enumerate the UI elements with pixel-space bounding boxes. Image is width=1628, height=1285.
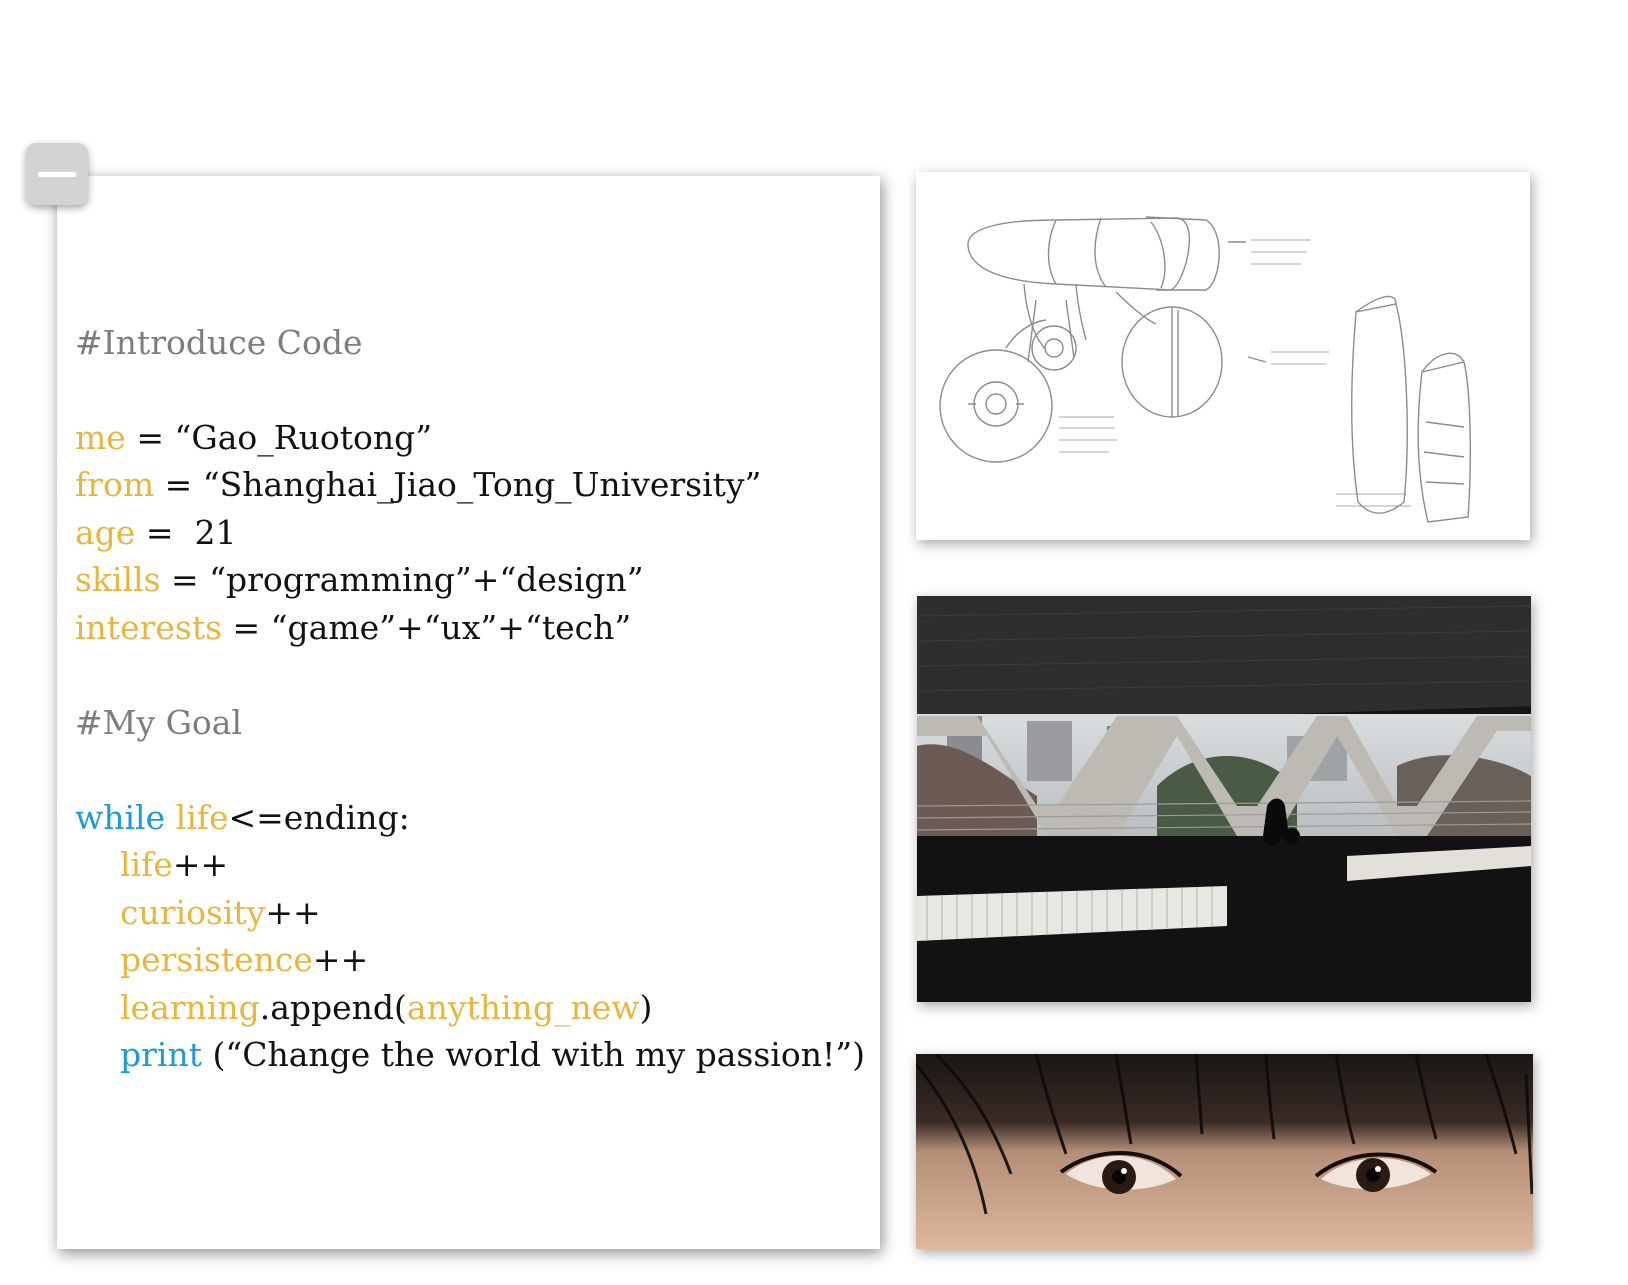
skills-variable: skills — [75, 560, 161, 599]
age-value: = 21 — [135, 512, 237, 552]
from-variable: from — [75, 465, 155, 504]
interests-value: = “game”+“ux”+“tech” — [222, 607, 632, 647]
skills-value: = “programming”+“design” — [160, 560, 644, 599]
code-text: #Introduce Code me = “Gao_Ruotong” from = … — [75, 271, 865, 1126]
goal-comment-line: #My Goal — [75, 699, 865, 747]
learning-variable: learning — [120, 987, 260, 1027]
intro-comment-line: #Introduce Code — [75, 319, 865, 367]
life-inc-variable: life — [120, 845, 173, 884]
persistence-variable: persistence — [120, 940, 313, 979]
age-line: age = 21 — [75, 509, 865, 557]
product-sketch-image — [916, 172, 1530, 540]
me-line: me = “Gao_Ruotong” — [75, 414, 865, 462]
curiosity-op: ++ — [265, 892, 321, 932]
from-value: = “Shanghai_Jiao_Tong_University” — [154, 465, 762, 504]
eyes-closeup-photo — [916, 1054, 1533, 1249]
while-line: while life<=ending: — [75, 794, 865, 842]
life-variable: life — [175, 797, 229, 837]
bridge-underpass-photo — [917, 596, 1531, 1002]
while-keyword: while — [75, 797, 166, 837]
life-inc-op: ++ — [172, 845, 229, 884]
persistence-line: persistence++ — [75, 936, 865, 984]
from-line: from = “Shanghai_Jiao_Tong_University” — [75, 461, 865, 509]
curiosity-variable: curiosity — [120, 892, 266, 932]
persistence-op: ++ — [312, 940, 369, 979]
print-line: print (“Change the world with my passion… — [75, 1031, 865, 1079]
me-value: = “Gao_Ruotong” — [125, 417, 433, 457]
print-keyword: print — [120, 1035, 202, 1074]
interests-line: interests = “game”+“ux”+“tech” — [75, 604, 865, 652]
curiosity-line: curiosity++ — [75, 889, 865, 937]
append-call: .append( — [259, 987, 407, 1027]
intro-comment: #Introduce Code — [75, 322, 363, 362]
minimize-button[interactable] — [26, 143, 88, 205]
life-inc-line: life++ — [75, 841, 865, 889]
age-variable: age — [75, 512, 136, 552]
me-variable: me — [75, 417, 126, 457]
goal-comment: #My Goal — [75, 702, 243, 742]
learning-line: learning.append(anything_new) — [75, 984, 865, 1032]
anything-new-variable: anything_new — [406, 987, 640, 1027]
minus-icon — [38, 172, 76, 177]
skills-line: skills = “programming”+“design” — [75, 556, 865, 604]
while-condition: <=ending: — [228, 797, 410, 837]
interests-variable: interests — [75, 607, 223, 647]
print-argument: (“Change the world with my passion!”) — [201, 1035, 865, 1074]
append-close: ) — [639, 987, 653, 1027]
